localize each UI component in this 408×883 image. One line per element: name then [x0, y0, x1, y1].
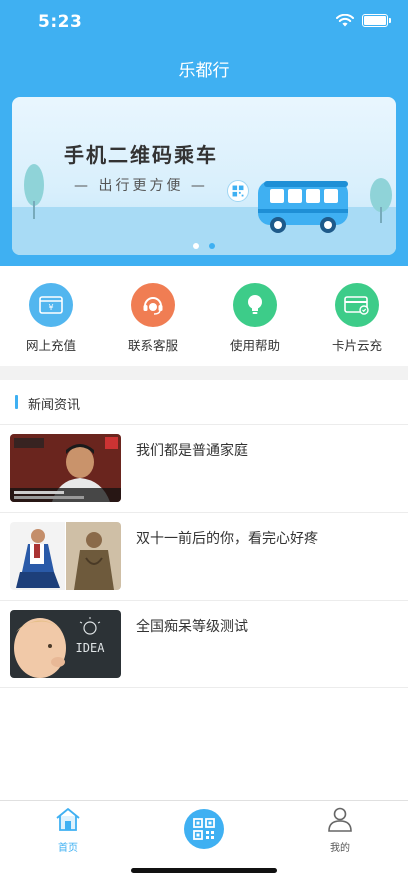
battery-icon — [362, 14, 391, 27]
section-divider — [0, 366, 408, 380]
home-icon — [56, 808, 80, 831]
quick-action-label: 使用帮助 — [229, 338, 280, 353]
wifi-icon — [336, 14, 354, 27]
news-thumbnail — [10, 434, 121, 502]
tab-home[interactable]: 首页 — [28, 805, 108, 854]
quick-action-label: 联系客服 — [127, 338, 178, 353]
banner-pagination — [12, 243, 396, 249]
banner-subtitle: — 出行更方便 — — [74, 178, 208, 194]
qr-code-icon — [227, 180, 249, 202]
status-bar: 5:23 — [0, 0, 408, 44]
news-thumbnail: IDEA — [10, 610, 121, 678]
news-item-title: 双十一前后的你，看完心好疼 — [136, 531, 318, 547]
news-list-item[interactable]: 双十一前后的你，看完心好疼 — [0, 512, 408, 600]
tab-mine-label: 我的 — [330, 843, 350, 854]
quick-actions: ¥ 网上充值 联系客服 使用帮助 卡片云充 — [0, 266, 408, 366]
user-icon — [328, 807, 352, 832]
app-header: 5:23 乐都行 手机二维码乘车 — 出行更方便 — — [0, 0, 408, 266]
wallet-icon: ¥ — [29, 283, 73, 327]
section-accent-bar — [15, 395, 18, 409]
news-section-title: 新闻资讯 — [28, 398, 81, 413]
status-indicators — [336, 14, 391, 27]
quick-action-label: 网上充值 — [25, 338, 76, 353]
page-title: 乐都行 — [178, 61, 230, 81]
pagination-dot[interactable] — [193, 243, 199, 249]
tree-icon — [24, 164, 44, 219]
bus-icon — [258, 181, 348, 233]
banner-title: 手机二维码乘车 — [64, 143, 218, 167]
scan-qr-button[interactable] — [184, 809, 224, 849]
news-item-title: 全国痴呆等级测试 — [136, 619, 248, 635]
quick-action-help[interactable]: 使用帮助 — [204, 266, 306, 366]
headset-icon — [131, 283, 175, 327]
svg-text:IDEA: IDEA — [76, 641, 106, 655]
status-time: 5:23 — [38, 12, 83, 32]
qr-code-icon — [193, 818, 215, 840]
lightbulb-icon — [233, 283, 277, 327]
svg-text:¥: ¥ — [48, 303, 53, 312]
news-list-item[interactable]: IDEA 全国痴呆等级测试 — [0, 600, 408, 688]
tree-icon — [370, 178, 392, 223]
card-icon — [335, 283, 379, 327]
quick-action-recharge[interactable]: ¥ 网上充值 — [0, 266, 102, 366]
home-indicator — [131, 868, 277, 873]
news-list-item[interactable]: 我们都是普通家庭 — [0, 424, 408, 512]
tab-home-label: 首页 — [58, 843, 78, 854]
quick-action-label: 卡片云充 — [331, 338, 382, 353]
quick-action-support[interactable]: 联系客服 — [102, 266, 204, 366]
promo-banner[interactable]: 手机二维码乘车 — 出行更方便 — — [12, 97, 396, 255]
pagination-dot-active[interactable] — [209, 243, 215, 249]
tab-mine[interactable]: 我的 — [300, 805, 380, 854]
news-thumbnail — [10, 522, 121, 590]
news-item-title: 我们都是普通家庭 — [136, 443, 248, 459]
quick-action-card-recharge[interactable]: 卡片云充 — [306, 266, 408, 366]
